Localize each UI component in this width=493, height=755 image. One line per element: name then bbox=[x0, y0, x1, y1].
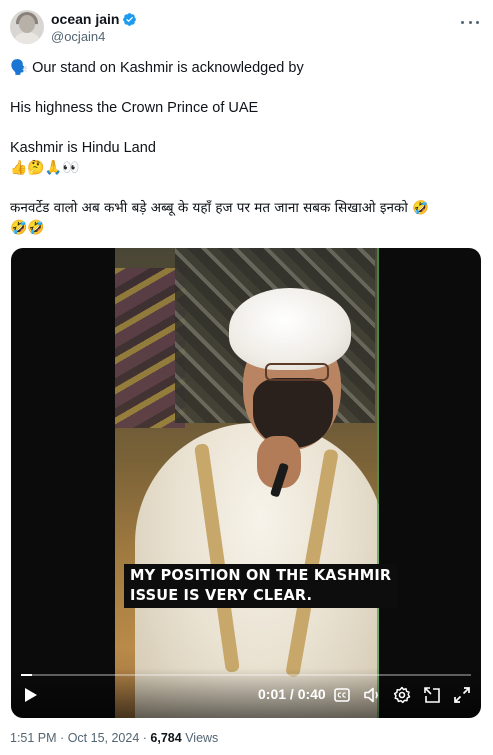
play-icon[interactable] bbox=[21, 684, 41, 706]
video-caption-line: ISSUE IS VERY CLEAR. bbox=[130, 587, 313, 605]
avatar[interactable] bbox=[10, 10, 44, 44]
settings-gear-icon[interactable] bbox=[392, 684, 412, 706]
tweet-footer: 1:51 PM · Oct 15, 2024 · 6,784 Views bbox=[10, 731, 218, 745]
tweet-header: ocean jain @ocjain4 bbox=[10, 10, 485, 50]
views-label: Views bbox=[185, 731, 219, 745]
tweet-text: 🗣️ Our stand on Kashmir is acknowledged … bbox=[10, 58, 480, 238]
tweet-text-line: His highness the Crown Prince of UAE bbox=[10, 100, 259, 116]
tweet-date[interactable]: Oct 15, 2024 bbox=[68, 731, 140, 745]
video-caption-line: MY POSITION ON THE KASHMIR bbox=[130, 567, 392, 585]
author-name-row[interactable]: ocean jain bbox=[51, 11, 137, 27]
tweet-emoji-line: 👍🤔🙏👀 bbox=[10, 160, 80, 176]
video-progress-fill bbox=[21, 674, 33, 676]
footer-separator: · bbox=[60, 731, 65, 745]
video-time: 0:01 / 0:40 bbox=[258, 686, 326, 702]
footer-separator: · bbox=[142, 731, 147, 745]
fullscreen-icon[interactable] bbox=[452, 684, 472, 706]
verified-badge-icon bbox=[123, 12, 137, 26]
author-handle[interactable]: @ocjain4 bbox=[51, 29, 105, 44]
tweet-time[interactable]: 1:51 PM bbox=[10, 731, 57, 745]
more-options-icon[interactable] bbox=[461, 14, 479, 30]
video-progress-bar[interactable] bbox=[21, 674, 471, 676]
tweet-emoji-line: 🤣🤣 bbox=[10, 220, 45, 236]
video-caption: MY POSITION ON THE KASHMIR ISSUE IS VERY… bbox=[124, 564, 398, 608]
tweet-text-line: 🗣️ Our stand on Kashmir is acknowledged … bbox=[10, 60, 304, 76]
author-display-name[interactable]: ocean jain bbox=[51, 11, 119, 27]
tweet-text-line-hindi: कनवर्टेड वालो अब कभी बड़े अब्बू के यहाँ … bbox=[10, 200, 429, 216]
tweet-text-line: Kashmir is Hindu Land bbox=[10, 140, 156, 156]
picture-in-picture-icon[interactable] bbox=[422, 684, 442, 706]
volume-icon[interactable] bbox=[363, 684, 383, 706]
video-controls: 0:01 / 0:40 bbox=[11, 668, 481, 718]
video-player[interactable]: MY POSITION ON THE KASHMIR ISSUE IS VERY… bbox=[11, 248, 481, 718]
video-frame[interactable] bbox=[115, 248, 379, 718]
views-count[interactable]: 6,784 bbox=[150, 731, 181, 745]
captions-icon[interactable] bbox=[333, 684, 351, 706]
